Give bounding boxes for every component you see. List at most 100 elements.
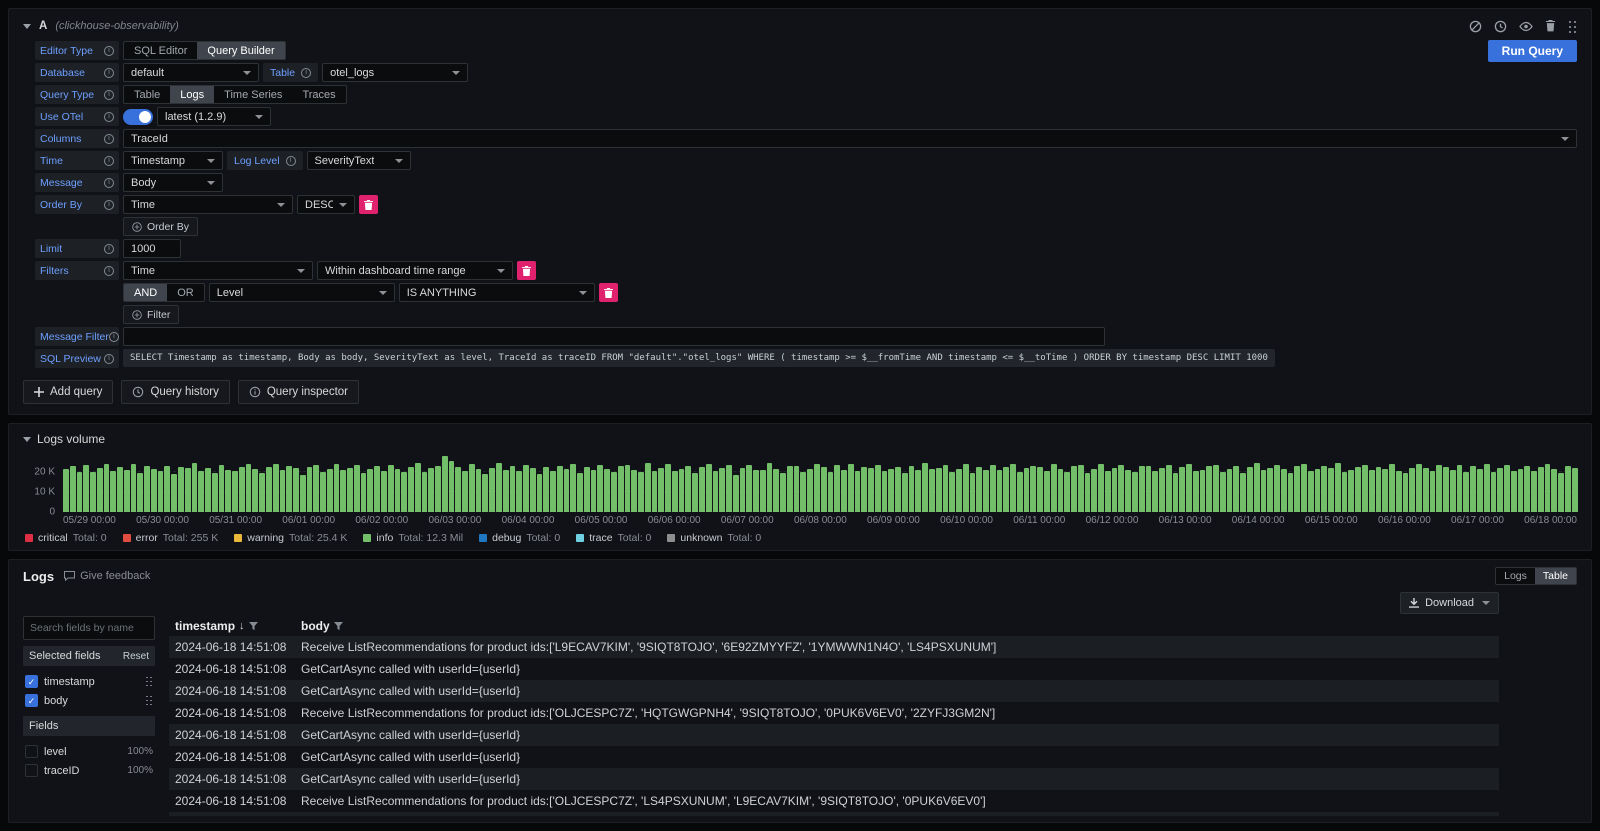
volume-bar[interactable] [692, 473, 698, 512]
volume-bar[interactable] [205, 468, 211, 512]
volume-bar[interactable] [591, 470, 597, 512]
volume-bar[interactable] [841, 470, 847, 512]
volume-bar[interactable] [252, 469, 258, 512]
log-row[interactable]: 2024-06-18 14:51:08GetCartAsync called w… [169, 658, 1499, 680]
otel-version-select[interactable]: latest (1.2.9) [157, 107, 271, 126]
volume-bar[interactable] [577, 473, 583, 512]
query-type-table[interactable]: Table [124, 86, 170, 103]
volume-bar[interactable] [1098, 464, 1104, 512]
run-query-button[interactable]: Run Query [1488, 40, 1577, 62]
volume-bar[interactable] [415, 463, 421, 512]
volume-bar[interactable] [713, 471, 719, 512]
log-level-select[interactable]: SeverityText [307, 151, 411, 170]
filter-operator-select[interactable]: Within dashboard time range [317, 261, 513, 280]
volume-bar[interactable] [347, 468, 353, 512]
query-type-logs[interactable]: Logs [170, 86, 214, 103]
volume-bar[interactable] [564, 469, 570, 512]
volume-bar[interactable] [1173, 473, 1179, 512]
volume-bar[interactable] [1064, 472, 1070, 512]
volume-bar[interactable] [1484, 464, 1490, 512]
volume-bar[interactable] [746, 465, 752, 512]
info-icon[interactable] [104, 178, 114, 188]
volume-bar[interactable] [902, 473, 908, 512]
volume-bar[interactable] [1430, 471, 1436, 512]
remove-level-filter-button[interactable] [599, 283, 618, 302]
sort-desc-icon[interactable] [239, 620, 245, 632]
volume-bar[interactable] [1328, 468, 1334, 512]
volume-bar[interactable] [679, 469, 685, 512]
volume-bar[interactable] [1017, 472, 1023, 512]
filter-level-operator-select[interactable]: IS ANYTHING [399, 283, 595, 302]
volume-bar[interactable] [1531, 471, 1537, 512]
volume-bar[interactable] [1504, 465, 1510, 512]
volume-bar[interactable] [895, 467, 901, 512]
legend-item-trace[interactable]: traceTotal: 0 [576, 532, 651, 544]
volume-bar[interactable] [367, 469, 373, 512]
volume-bar[interactable] [800, 472, 806, 512]
volume-bar[interactable] [1010, 464, 1016, 512]
volume-bar[interactable] [97, 468, 103, 512]
volume-bar[interactable] [442, 456, 448, 512]
volume-bar[interactable] [1213, 465, 1219, 512]
volume-bar[interactable] [137, 473, 143, 512]
collapse-chevron-icon[interactable] [23, 437, 31, 442]
volume-bar[interactable] [158, 471, 164, 512]
collapse-chevron-icon[interactable] [23, 24, 31, 29]
volume-bar[interactable] [1477, 469, 1483, 512]
volume-bar[interactable] [740, 468, 746, 512]
volume-bar[interactable] [570, 464, 576, 512]
volume-bar[interactable] [381, 471, 387, 512]
volume-bar[interactable] [1457, 465, 1463, 512]
log-row[interactable]: 2024-06-18 14:51:08Receive ListRecommend… [169, 790, 1499, 812]
volume-bar[interactable] [286, 466, 292, 512]
volume-bar[interactable] [496, 463, 502, 512]
view-table-option[interactable]: Table [1535, 568, 1576, 584]
legend-item-unknown[interactable]: unknownTotal: 0 [667, 532, 761, 544]
history-icon[interactable] [1494, 20, 1507, 33]
volume-bar[interactable] [320, 472, 326, 512]
query-type-traces[interactable]: Traces [292, 86, 345, 103]
query-inspector-button[interactable]: Query inspector [238, 380, 359, 404]
volume-bar[interactable] [787, 466, 793, 512]
volume-bar[interactable] [90, 472, 96, 512]
volume-bar[interactable] [936, 468, 942, 512]
filter-icon[interactable] [334, 622, 343, 631]
volume-bar[interactable] [246, 464, 252, 512]
volume-bar[interactable] [1166, 465, 1172, 512]
volume-bar[interactable] [1105, 471, 1111, 512]
filter-field-select[interactable]: Time [123, 261, 313, 280]
volume-bar[interactable] [821, 467, 827, 512]
volume-bar[interactable] [855, 471, 861, 512]
volume-bar[interactable] [70, 466, 76, 512]
volume-bar[interactable] [1497, 468, 1503, 512]
columns-multiselect[interactable]: TraceId [123, 129, 1577, 148]
volume-bar[interactable] [719, 468, 725, 512]
order-by-field-select[interactable]: Time [123, 195, 293, 214]
volume-bar[interactable] [875, 465, 881, 512]
volume-bar[interactable] [77, 472, 83, 512]
volume-bar[interactable] [435, 466, 441, 512]
volume-bar[interactable] [144, 466, 150, 512]
volume-bar[interactable] [1159, 468, 1165, 512]
log-row[interactable]: 2024-06-18 14:51:08Receive ListRecommend… [169, 636, 1499, 658]
volume-bar[interactable] [1545, 464, 1551, 512]
volume-bar[interactable] [943, 465, 949, 512]
volume-bar[interactable] [909, 466, 915, 512]
legend-item-info[interactable]: infoTotal: 12.3 Mil [363, 532, 463, 544]
volume-bar[interactable] [1416, 464, 1422, 512]
volume-bar[interactable] [1355, 467, 1361, 512]
volume-bar[interactable] [631, 470, 637, 512]
volume-bar[interactable] [1071, 466, 1077, 512]
field-traceID[interactable]: traceID100% [23, 761, 155, 780]
volume-bar[interactable] [232, 471, 238, 512]
volume-bar[interactable] [1281, 469, 1287, 512]
volume-bar[interactable] [1301, 464, 1307, 512]
volume-bar[interactable] [794, 466, 800, 512]
or-option[interactable]: OR [167, 284, 204, 301]
order-by-direction-select[interactable]: DESC [297, 195, 355, 214]
volume-bar[interactable] [672, 471, 678, 512]
timestamp-column-header[interactable]: timestamp [175, 619, 301, 633]
volume-bar[interactable] [807, 469, 813, 512]
volume-bar[interactable] [726, 465, 732, 512]
volume-bar[interactable] [401, 472, 407, 512]
